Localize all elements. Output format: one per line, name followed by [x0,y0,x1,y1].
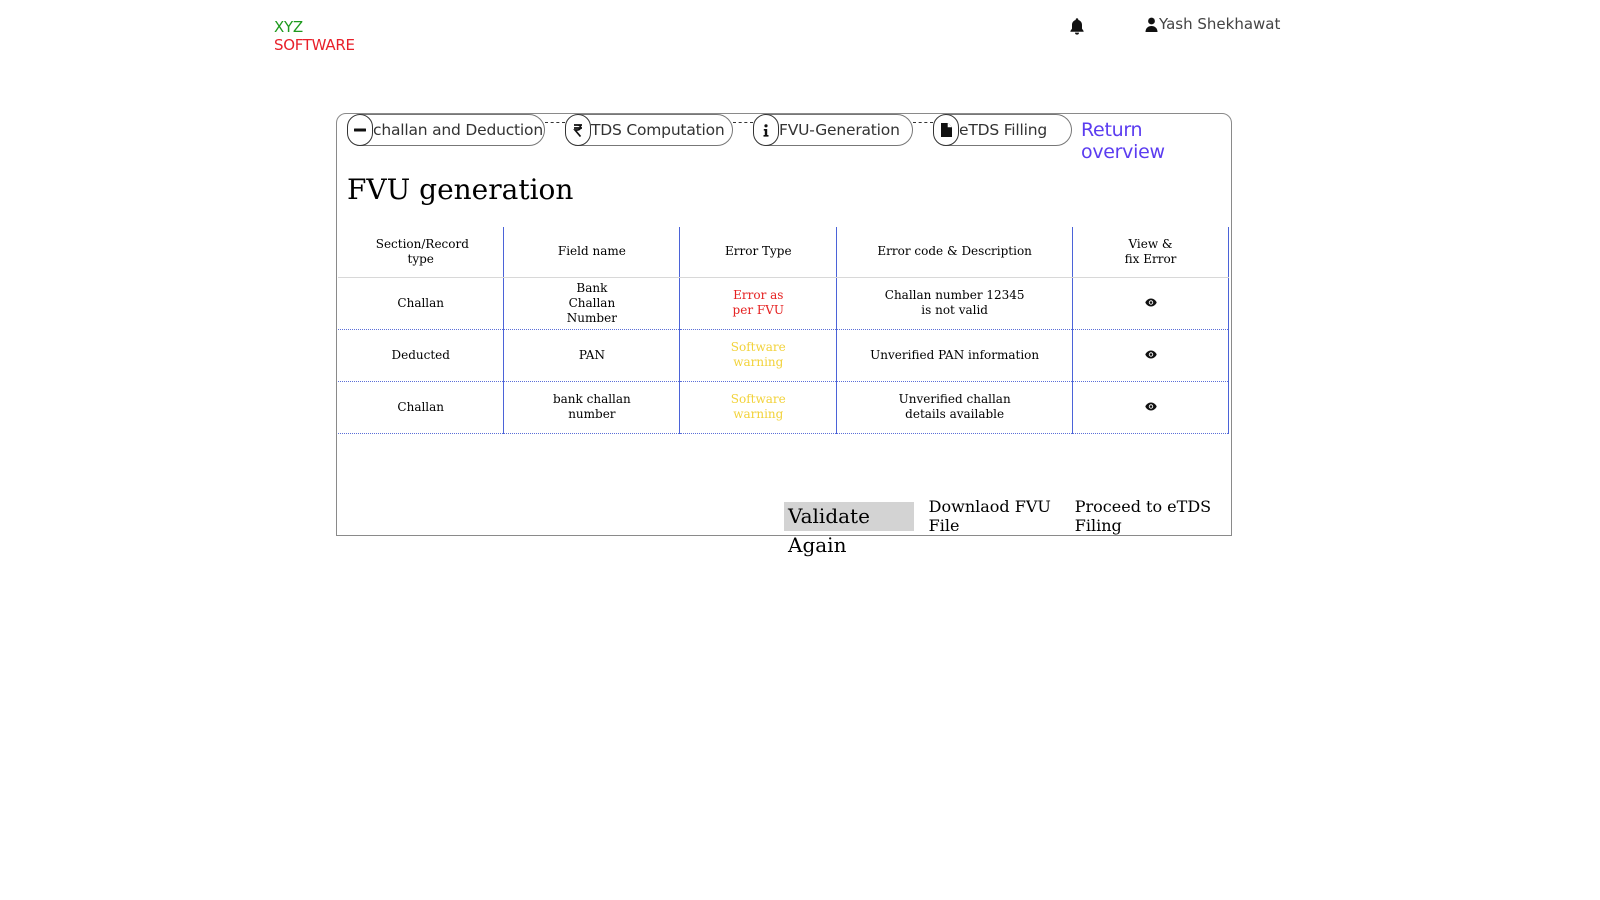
cell-description: Unverified PAN information [836,329,1073,382]
file-icon [933,114,959,146]
col-header-error-type: Error Type [679,227,837,278]
action-bar: Validate Again Downlaod FVU File Proceed… [784,497,1231,557]
validate-again-button[interactable]: Validate Again [784,501,914,557]
user-name: Yash Shekhawat [1159,15,1281,33]
step-connector [733,122,753,123]
table-header-row: Section/Record type Field name Error Typ… [338,227,1229,278]
cell-field-text: bank challan number [552,392,631,421]
download-fvu-button[interactable]: Downlaod FVU File [929,497,1060,535]
step-fvu-generation[interactable]: FVU-Generation [753,114,913,146]
cell-field-text: Bank Challan Number [566,280,617,325]
step-label: FVU-Generation [779,121,900,139]
info-icon [753,114,779,146]
user-menu[interactable]: Yash Shekhawat [1145,15,1280,33]
col-header-label: Error Type [724,244,792,259]
table-row: Deducted PAN Software warning Unverified… [338,329,1229,382]
col-header-view-fix: View & fix Error [1072,227,1229,278]
user-icon [1145,17,1158,32]
cell-field: Bank Challan Number [503,277,680,330]
step-etds-filling[interactable]: eTDS Filling [933,114,1072,146]
cell-field: PAN [503,329,680,382]
bell-icon[interactable] [1067,16,1087,36]
step-label: challan and Deduction [373,121,543,139]
step-connector [545,122,565,123]
rupee-icon [565,114,591,146]
cell-error-type: Error as per FVU [679,277,837,330]
fvu-error-table: Section/Record type Field name Error Typ… [338,227,1229,434]
step-label: TDS Computation [591,121,725,139]
return-overview-link[interactable]: Return overview [1081,119,1231,163]
step-connector [913,122,933,123]
cell-view-fix [1072,329,1229,382]
eye-icon[interactable] [1144,400,1157,410]
fvu-card: challan and Deduction TDS Computation FV… [336,113,1232,557]
step-tds-computation[interactable]: TDS Computation [565,114,733,146]
step-label: eTDS Filling [959,121,1047,139]
cell-section: Challan [338,277,504,330]
cell-view-fix [1072,381,1229,434]
eye-icon[interactable] [1144,296,1157,306]
cell-error-type: Software warning [679,329,837,382]
col-header-section: Section/Record type [338,227,504,278]
logo[interactable]: XYZ SOFTWARE [274,18,355,54]
cell-error-type-text: Software warning [730,340,786,369]
col-header-description: Error code & Description [836,227,1073,278]
col-header-label: Field name [557,244,626,259]
logo-line-2: SOFTWARE [274,36,355,54]
col-header-label: View & fix Error [1124,236,1177,266]
cell-field: bank challan number [503,381,680,434]
page-title: FVU generation [347,173,574,206]
cell-section: Deducted [338,329,504,382]
cell-description: Challan number 12345 is not valid [836,277,1073,330]
cell-description-text: Unverified challan details available [898,392,1011,421]
col-header-label: Error code & Description [877,244,1032,259]
logo-line-1: XYZ [274,18,303,36]
minus-circle-icon [347,114,373,146]
cell-description-text: Challan number 12345 is not valid [884,288,1025,317]
cell-description: Unverified challan details available [836,381,1073,434]
step-challan-deduction[interactable]: challan and Deduction [347,114,545,146]
col-header-label: Section/Record type [375,236,469,266]
cell-view-fix [1072,277,1229,330]
col-header-field: Field name [503,227,680,278]
cell-error-type-text: Software warning [730,392,786,421]
eye-icon[interactable] [1144,348,1157,358]
proceed-etds-button[interactable]: Proceed to eTDS Filing [1075,497,1231,535]
table-row: Challan bank challan number Software war… [338,381,1229,434]
table-row: Challan Bank Challan Number Error as per… [338,277,1229,330]
cell-section: Challan [338,381,504,434]
cell-error-type-text: Error as per FVU [732,288,784,317]
cell-error-type: Software warning [679,381,837,434]
